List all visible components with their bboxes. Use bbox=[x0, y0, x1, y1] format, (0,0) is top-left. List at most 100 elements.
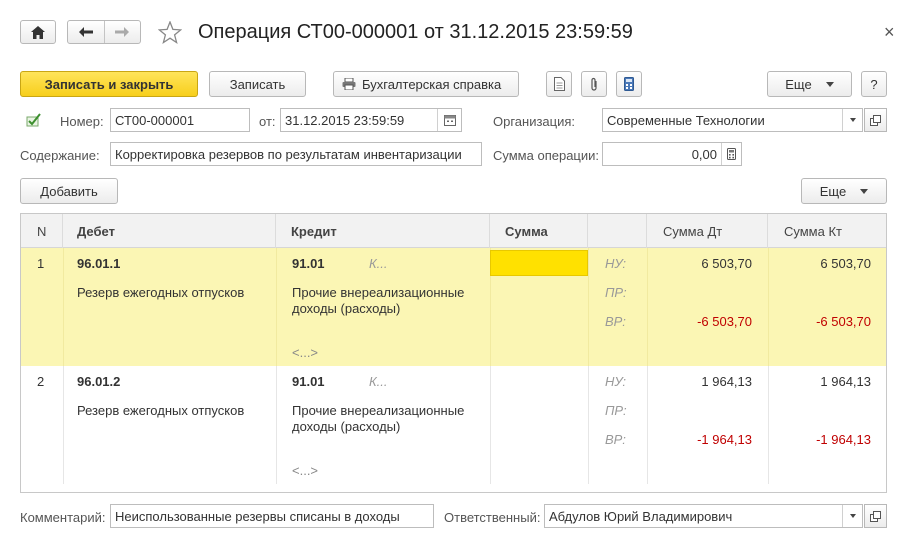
number-label: Номер: bbox=[60, 114, 104, 129]
column-header-debit[interactable]: Дебет bbox=[63, 214, 276, 248]
credit-account[interactable]: 91.01 bbox=[292, 374, 325, 389]
attach-button[interactable] bbox=[581, 71, 607, 97]
credit-description-line2: доходы (расходы) bbox=[292, 419, 401, 434]
organization-value: Современные Технологии bbox=[607, 112, 765, 128]
arrow-left-icon bbox=[78, 27, 93, 37]
paperclip-icon bbox=[591, 77, 597, 91]
column-header-credit[interactable]: Кредит bbox=[276, 214, 490, 248]
chevron-down-icon bbox=[849, 514, 856, 518]
table-row[interactable]: 1 96.01.1 Резерв ежегодных отпусков 91.0… bbox=[21, 248, 886, 366]
vr-label: ВР: bbox=[605, 314, 626, 329]
credit-account[interactable]: 91.01 bbox=[292, 256, 325, 271]
vr-sum-dt[interactable]: -6 503,70 bbox=[647, 314, 752, 329]
credit-description-line1: Прочие внереализационные bbox=[292, 285, 465, 300]
date-value: 31.12.2015 23:59:59 bbox=[285, 112, 405, 128]
posted-status-icon bbox=[26, 113, 41, 127]
nu-sum-kt[interactable]: 1 964,13 bbox=[768, 374, 871, 389]
home-icon bbox=[31, 25, 45, 39]
entries-table: N Дебет Кредит Сумма Сумма Дт Сумма Кт 1… bbox=[20, 213, 887, 493]
table-header: N Дебет Кредит Сумма Сумма Дт Сумма Кт bbox=[21, 214, 886, 248]
responsible-open-button[interactable] bbox=[864, 504, 887, 528]
organization-label: Организация: bbox=[493, 114, 576, 129]
credit-subconto-empty[interactable]: <...> bbox=[292, 463, 318, 478]
back-button[interactable] bbox=[68, 21, 105, 43]
calculator-button[interactable] bbox=[616, 71, 642, 97]
calendar-icon bbox=[443, 114, 456, 126]
close-icon[interactable]: × bbox=[884, 22, 895, 43]
column-header-sum[interactable]: Сумма bbox=[490, 214, 588, 248]
open-window-icon bbox=[870, 510, 881, 522]
content-label: Содержание: bbox=[20, 148, 100, 163]
chevron-down-icon bbox=[849, 118, 856, 122]
pr-label: ПР: bbox=[605, 403, 627, 418]
row-number: 2 bbox=[37, 374, 45, 389]
accounting-report-button[interactable]: Бухгалтерская справка bbox=[333, 71, 519, 97]
operation-sum-label: Сумма операции: bbox=[493, 148, 599, 163]
operation-sum-calc-button[interactable] bbox=[721, 143, 741, 165]
nu-sum-dt[interactable]: 6 503,70 bbox=[647, 256, 752, 271]
debit-description: Резерв ежегодных отпусков bbox=[77, 403, 245, 418]
responsible-field[interactable]: Абдулов Юрий Владимирович bbox=[544, 504, 863, 528]
number-field[interactable]: СТ00-000001 bbox=[110, 108, 250, 132]
comment-label: Комментарий: bbox=[20, 510, 106, 525]
column-header-n[interactable]: N bbox=[21, 214, 63, 248]
accounting-report-label: Бухгалтерская справка bbox=[362, 76, 502, 92]
organization-open-button[interactable] bbox=[864, 108, 887, 132]
page-title: Операция СТ00-000001 от 31.12.2015 23:59… bbox=[198, 21, 633, 43]
home-button[interactable] bbox=[20, 20, 56, 44]
credit-subconto-k[interactable]: К... bbox=[369, 374, 388, 389]
credit-subconto-k[interactable]: К... bbox=[369, 256, 388, 271]
vr-sum-kt[interactable]: -1 964,13 bbox=[768, 432, 871, 447]
vr-sum-dt[interactable]: -1 964,13 bbox=[647, 432, 752, 447]
vr-label: ВР: bbox=[605, 432, 626, 447]
comment-field[interactable]: Неиспользованные резервы списаны в доход… bbox=[110, 504, 434, 528]
sum-cell-active[interactable] bbox=[490, 250, 588, 276]
nav-back-forward bbox=[67, 20, 141, 44]
credit-description-line1: Прочие внереализационные bbox=[292, 403, 465, 418]
operation-sum-value: 0,00 bbox=[691, 146, 717, 162]
table-more-button[interactable]: Еще bbox=[801, 178, 887, 204]
content-field[interactable]: Корректировка резервов по результатам ин… bbox=[110, 142, 482, 166]
help-button[interactable]: ? bbox=[861, 71, 887, 97]
column-header-sum-dt[interactable]: Сумма Дт bbox=[647, 214, 768, 248]
date-picker-button[interactable] bbox=[437, 109, 461, 131]
date-field[interactable]: 31.12.2015 23:59:59 bbox=[280, 108, 462, 132]
calculator-icon bbox=[727, 148, 736, 160]
column-header-sum-kt[interactable]: Сумма Кт bbox=[768, 214, 886, 248]
document-button[interactable] bbox=[546, 71, 572, 97]
debit-account[interactable]: 96.01.1 bbox=[77, 256, 120, 271]
responsible-label: Ответственный: bbox=[444, 510, 541, 525]
nu-sum-dt[interactable]: 1 964,13 bbox=[647, 374, 752, 389]
save-button[interactable]: Записать bbox=[209, 71, 306, 97]
table-more-label: Еще bbox=[819, 183, 847, 199]
calculator-icon bbox=[624, 77, 634, 91]
chevron-down-icon bbox=[825, 81, 834, 87]
column-header-type bbox=[588, 214, 647, 248]
nu-label: НУ: bbox=[605, 374, 627, 389]
forward-button[interactable] bbox=[105, 21, 141, 43]
add-row-button[interactable]: Добавить bbox=[20, 178, 118, 204]
star-icon[interactable] bbox=[158, 21, 182, 44]
more-menu-label: Еще bbox=[785, 76, 812, 92]
nu-label: НУ: bbox=[605, 256, 627, 271]
table-row[interactable]: 2 96.01.2 Резерв ежегодных отпусков 91.0… bbox=[21, 366, 886, 484]
document-icon bbox=[553, 77, 565, 91]
open-window-icon bbox=[870, 114, 881, 126]
vr-sum-kt[interactable]: -6 503,70 bbox=[768, 314, 871, 329]
chevron-down-icon bbox=[860, 188, 869, 194]
printer-icon bbox=[342, 78, 356, 90]
organization-field[interactable]: Современные Технологии bbox=[602, 108, 863, 132]
nu-sum-kt[interactable]: 6 503,70 bbox=[768, 256, 871, 271]
row-number: 1 bbox=[37, 256, 45, 271]
organization-dropdown-button[interactable] bbox=[842, 109, 862, 131]
save-and-close-button[interactable]: Записать и закрыть bbox=[20, 71, 198, 97]
arrow-right-icon bbox=[115, 27, 130, 37]
date-label: от: bbox=[259, 114, 276, 129]
responsible-dropdown-button[interactable] bbox=[842, 505, 862, 527]
more-menu-button[interactable]: Еще bbox=[767, 71, 852, 97]
credit-description-line2: доходы (расходы) bbox=[292, 301, 401, 316]
operation-sum-field[interactable]: 0,00 bbox=[602, 142, 742, 166]
credit-subconto-empty[interactable]: <...> bbox=[292, 345, 318, 360]
responsible-value: Абдулов Юрий Владимирович bbox=[549, 508, 733, 524]
debit-account[interactable]: 96.01.2 bbox=[77, 374, 120, 389]
